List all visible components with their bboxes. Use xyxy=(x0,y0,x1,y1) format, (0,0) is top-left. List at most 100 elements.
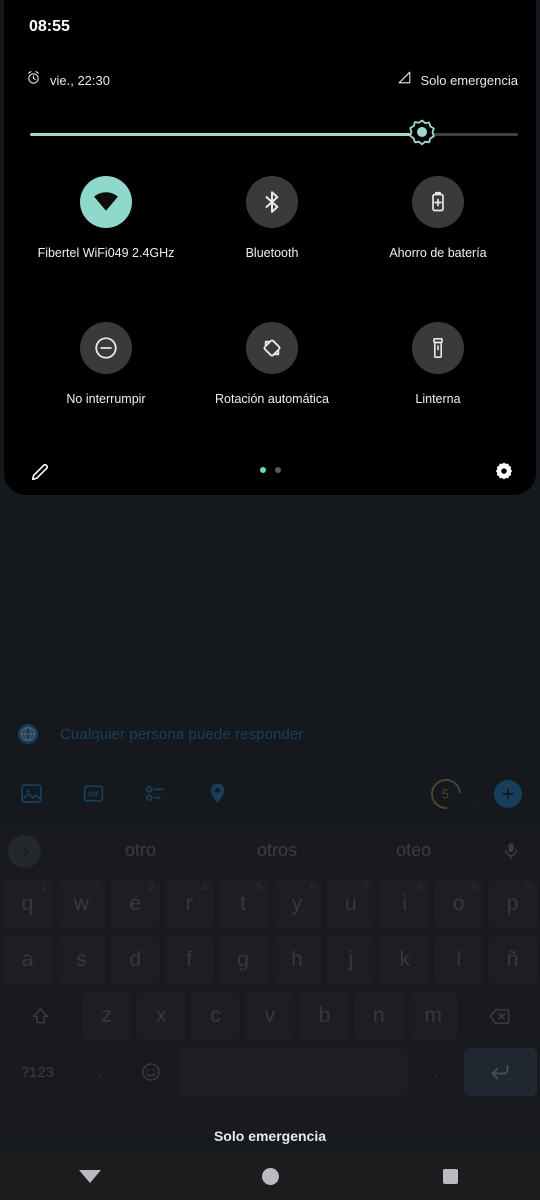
key-enye[interactable]: ñ xyxy=(488,936,538,984)
battery-saver-icon xyxy=(412,176,464,228)
key-h[interactable]: h xyxy=(272,936,322,984)
key-t[interactable]: 5 t xyxy=(218,880,268,928)
poll-icon[interactable] xyxy=(124,763,186,825)
reply-scope-label: Cualquier persona puede responder xyxy=(60,725,304,743)
navigation-bar xyxy=(0,1153,540,1200)
enter-return-icon[interactable] xyxy=(463,1048,538,1096)
key-w-label: w xyxy=(73,892,89,915)
tile-do-not-disturb-label: No interrumpir xyxy=(66,392,146,406)
quick-settings-panel: 08:55 vie., 22:30 Solo emergencia Fibert… xyxy=(4,0,536,495)
key-z[interactable]: z xyxy=(82,992,132,1040)
emoji-smiley-icon[interactable] xyxy=(127,1048,174,1096)
tile-battery-saver-label: Ahorro de batería xyxy=(389,246,487,260)
key-q[interactable]: 1 q xyxy=(2,880,52,928)
key-y-number: 6 xyxy=(309,882,316,893)
chevron-right-icon[interactable] xyxy=(8,835,41,868)
emergency-banner: Solo emergencia xyxy=(213,1128,327,1144)
key-o-number: 9 xyxy=(471,882,478,893)
space-key[interactable] xyxy=(178,1048,408,1096)
gif-icon[interactable]: GIF xyxy=(62,763,124,825)
signal-status-label: Solo emergencia xyxy=(420,72,518,88)
key-v[interactable]: v xyxy=(245,992,295,1040)
gear-icon[interactable] xyxy=(488,456,520,488)
compose-toolbar: GIF 5 xyxy=(0,763,540,825)
key-u-number: 7 xyxy=(363,882,370,893)
location-pin-icon[interactable] xyxy=(186,763,248,825)
plus-icon[interactable] xyxy=(494,779,522,808)
flashlight-icon xyxy=(412,322,464,374)
key-f[interactable]: f xyxy=(164,936,214,984)
key-o[interactable]: 9 o xyxy=(434,880,484,928)
key-w-number: 2 xyxy=(94,882,100,893)
globe-icon xyxy=(18,724,38,744)
key-c[interactable]: c xyxy=(190,992,241,1040)
tile-wifi[interactable]: Fibertel WiFi049 2.4GHz xyxy=(16,176,196,260)
tile-flashlight-label: Linterna xyxy=(415,392,461,406)
suggestion-2[interactable]: oteo xyxy=(345,840,482,861)
tile-bluetooth-label: Bluetooth xyxy=(245,246,299,260)
do-not-disturb-icon xyxy=(80,322,132,374)
key-d[interactable]: d xyxy=(110,936,160,984)
auto-rotate-icon xyxy=(246,322,298,374)
svg-text:GIF: GIF xyxy=(87,790,100,799)
triangle-down-back-icon[interactable] xyxy=(45,1153,135,1200)
shift-arrow-icon[interactable] xyxy=(2,992,78,1040)
key-u-label: u xyxy=(345,892,357,915)
comma-key[interactable]: , xyxy=(76,1048,123,1096)
key-y[interactable]: 6 y xyxy=(272,880,322,928)
tile-bluetooth[interactable]: Bluetooth xyxy=(182,176,362,260)
brightness-fill xyxy=(30,133,419,136)
brightness-slider[interactable] xyxy=(30,119,518,146)
key-e[interactable]: 3 e xyxy=(110,880,160,928)
key-s[interactable]: s xyxy=(56,936,106,984)
tile-battery-saver[interactable]: Ahorro de batería xyxy=(348,176,528,260)
key-g[interactable]: g xyxy=(218,936,268,984)
key-w[interactable]: 2 w xyxy=(56,880,106,928)
reply-scope-row[interactable]: Cualquier persona puede responder xyxy=(0,706,540,762)
period-key[interactable]: . xyxy=(412,1048,459,1096)
suggestion-strip: otro otros oteo xyxy=(0,826,540,876)
key-r-label: r xyxy=(185,892,193,915)
key-u[interactable]: 7 u xyxy=(326,880,376,928)
keyboard-row-4: ?123 , . xyxy=(0,1044,540,1100)
key-t-number: 5 xyxy=(255,882,262,893)
key-r[interactable]: 4 r xyxy=(164,880,214,928)
brightness-sun-icon[interactable] xyxy=(405,117,439,151)
key-n[interactable]: n xyxy=(354,992,404,1040)
tile-flashlight[interactable]: Linterna xyxy=(348,322,528,406)
circle-home-icon[interactable] xyxy=(225,1153,315,1200)
keyboard-row-2: a s d f g h j k l ñ xyxy=(0,932,540,988)
key-i-number: 8 xyxy=(417,882,424,893)
key-k[interactable]: k xyxy=(380,936,430,984)
microphone-icon[interactable] xyxy=(482,841,540,861)
key-o-label: o xyxy=(452,892,465,915)
key-x[interactable]: x xyxy=(136,992,186,1040)
key-t-label: t xyxy=(240,892,246,915)
key-b[interactable]: b xyxy=(299,992,350,1040)
key-m[interactable]: m xyxy=(408,992,458,1040)
square-recents-icon[interactable] xyxy=(405,1153,495,1200)
backspace-icon[interactable] xyxy=(462,992,538,1040)
alarm-time-label: vie., 22:30 xyxy=(50,72,110,88)
key-j[interactable]: j xyxy=(326,936,376,984)
suggestion-1[interactable]: otros xyxy=(209,840,346,861)
symbols-key[interactable]: ?123 xyxy=(3,1048,72,1096)
key-p-label: p xyxy=(506,892,519,915)
key-l[interactable]: l xyxy=(434,936,484,984)
key-p[interactable]: 0 p xyxy=(488,880,538,928)
suggestion-0[interactable]: otro xyxy=(72,840,209,861)
page-dot-1[interactable] xyxy=(259,467,266,473)
key-i-label: i xyxy=(402,892,408,915)
tile-auto-rotate-label: Rotación automática xyxy=(215,392,329,406)
tile-auto-rotate[interactable]: Rotación automática xyxy=(182,322,362,406)
key-e-number: 3 xyxy=(148,882,154,893)
key-r-number: 4 xyxy=(202,882,208,893)
tile-wifi-label: Fibertel WiFi049 2.4GHz xyxy=(37,246,175,260)
key-a[interactable]: a xyxy=(2,936,52,984)
key-i[interactable]: 8 i xyxy=(380,880,430,928)
tile-do-not-disturb[interactable]: No interrumpir xyxy=(16,322,196,406)
key-e-label: e xyxy=(129,892,142,915)
bluetooth-icon xyxy=(246,176,298,228)
page-dot-2[interactable] xyxy=(274,467,281,473)
image-icon[interactable] xyxy=(0,763,62,825)
